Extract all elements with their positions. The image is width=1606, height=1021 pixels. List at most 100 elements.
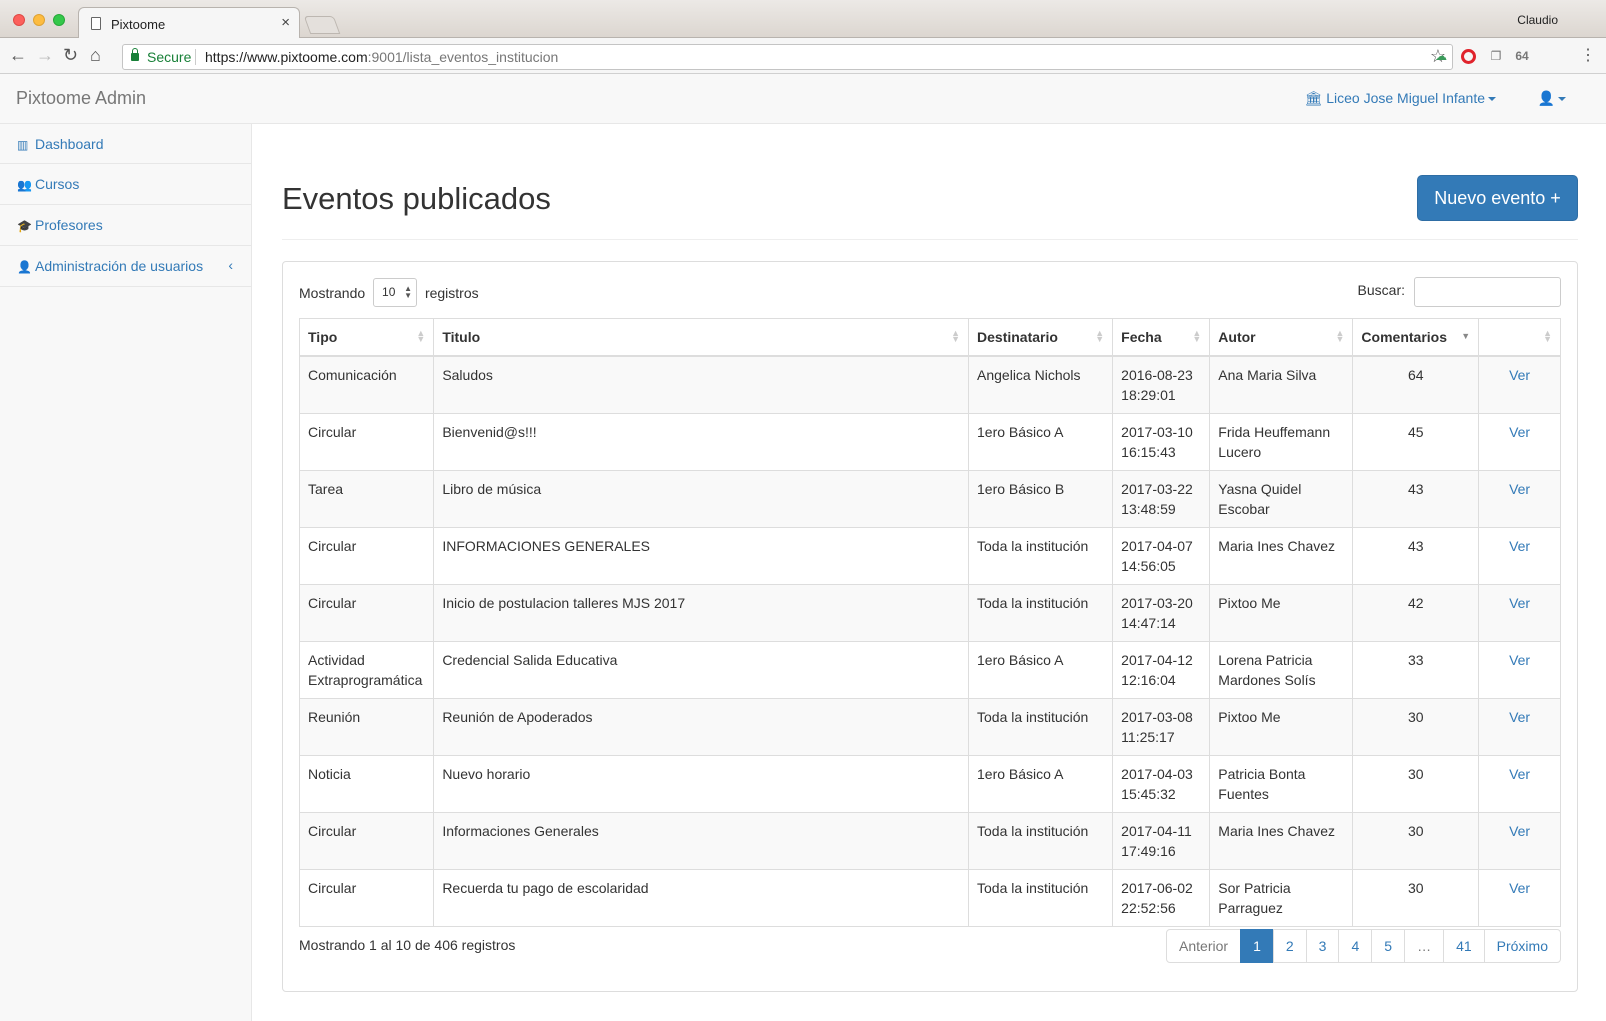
new-tab-button[interactable] — [303, 16, 341, 34]
sidebar-item-dashboard[interactable]: ▥ Dashboard — [0, 124, 251, 164]
extension-64-badge[interactable]: 64 — [1514, 48, 1530, 64]
pagination: Anterior 1 2 3 4 5… 41 Próximo — [1166, 929, 1561, 963]
extension-window-icon[interactable]: ❐ — [1488, 48, 1504, 64]
sidebar-item-label: Cursos — [35, 176, 80, 192]
table-row: Circular Informaciones Generales Toda la i… — [298, 812, 1561, 870]
sidebar-item-label: Administración de usuarios — [35, 258, 204, 274]
view-link[interactable]: Ver — [1478, 869, 1561, 927]
cell-destinatario: 1ero Básico A — [968, 413, 1114, 471]
browser-menu-icon[interactable]: ⋮ — [1580, 47, 1596, 65]
address-bar[interactable]: Secure https://www.pixtoome.com:9001/lis… — [122, 44, 1453, 70]
search-input[interactable] — [1414, 277, 1561, 307]
column-header-autor[interactable]: Autor ▲ ▼ — [1209, 318, 1354, 357]
pagination-page-button[interactable]: 4 — [1338, 929, 1373, 963]
cell-tipo: Circular — [298, 869, 435, 927]
close-window-button[interactable] — [13, 14, 25, 26]
view-link[interactable]: Ver — [1478, 641, 1561, 699]
pagination-page-button[interactable]: 41 — [1443, 929, 1485, 963]
extension-opera-icon[interactable] — [1461, 49, 1476, 64]
cell-autor: Maria Ines Chavez — [1209, 812, 1354, 870]
user-icon: 👤 — [17, 260, 32, 274]
home-icon[interactable]: ⌂ — [90, 44, 101, 66]
cell-titulo: INFORMACIONES GENERALES — [433, 527, 970, 585]
cell-autor: Frida Heuffemann Lucero — [1209, 413, 1354, 471]
column-header-comentarios[interactable]: Comentarios ▼ — [1352, 318, 1480, 357]
sidebar: ▥ Dashboard 👥 Cursos 🎓 Profesores 👤 Administ… — [0, 124, 252, 1021]
extension-cloud-icon[interactable]: ☁ — [1433, 48, 1449, 64]
pagination-ellipsis[interactable]: … — [1404, 929, 1445, 963]
cell-destinatario: 1ero Básico A — [968, 755, 1114, 813]
app-navbar: Pixtoome Admin 🏛 Liceo Jose Miguel Infant… — [0, 74, 1606, 124]
column-header-destinatario[interactable]: Destinatario ▲ ▼ — [968, 318, 1114, 357]
users-icon: 👥 — [17, 178, 32, 192]
tab-close-icon[interactable]: × — [281, 14, 290, 31]
sort-icon: ▲ ▼ — [1095, 328, 1105, 344]
cell-fecha: 2017-04-11 17:49:16 — [1112, 812, 1211, 870]
title-divider — [282, 239, 1578, 240]
cell-autor: Lorena Patricia Mardones Solís — [1209, 641, 1354, 699]
reload-icon[interactable]: ↻ — [63, 44, 78, 66]
sidebar-item-administracion-usuarios[interactable]: 👤 Administración de usuarios ‹ — [0, 246, 251, 287]
secure-label: Secure — [147, 49, 192, 65]
sort-icon: ▲ ▼ — [1543, 328, 1552, 344]
cell-autor: Ana Maria Silva — [1209, 355, 1354, 414]
view-link[interactable]: Ver — [1478, 584, 1561, 642]
column-header-titulo[interactable]: Titulo ▲ ▼ — [433, 318, 970, 357]
browser-tab[interactable]: Pixtoome × — [78, 7, 300, 39]
column-header-tipo[interactable]: Tipo ▲ ▼ — [298, 318, 435, 357]
cell-destinatario: Toda la institución — [968, 527, 1114, 585]
pagination-page-button[interactable]: 2 — [1272, 929, 1307, 963]
pagination-next-button[interactable]: Próximo — [1483, 929, 1561, 963]
view-link[interactable]: Ver — [1478, 527, 1561, 585]
cell-titulo: Libro de música — [433, 470, 970, 528]
pagination-page-button[interactable]: 1 — [1240, 929, 1274, 963]
chevron-down-icon — [1488, 97, 1496, 102]
cell-destinatario: Toda la institución — [968, 584, 1114, 642]
sidebar-item-label: Profesores — [35, 217, 103, 233]
pagination-page-button[interactable]: 3 — [1305, 929, 1340, 963]
cell-tipo: Tarea — [298, 470, 435, 528]
cell-tipo: Circular — [298, 527, 435, 585]
cell-comentarios: 30 — [1352, 812, 1480, 870]
cell-destinatario: Toda la institución — [968, 812, 1114, 870]
cell-autor: Pixtoo Me — [1209, 698, 1354, 756]
pagination-page-button[interactable]: 5 — [1371, 929, 1406, 963]
page-icon — [91, 17, 101, 30]
events-panel: Mostrando 10 ▲ ▼ registros Buscar: Tipo ▲ ▼ … — [282, 261, 1578, 992]
user-icon: 👤 — [1537, 90, 1555, 106]
table-row: Circular Recuerda tu pago de escolaridad T… — [298, 869, 1561, 927]
user-menu-dropdown[interactable]: 👤 — [1538, 90, 1566, 107]
maximize-window-button[interactable] — [53, 14, 65, 26]
browser-profile-name[interactable]: Claudio — [1517, 13, 1558, 27]
minimize-window-button[interactable] — [33, 14, 45, 26]
page-length-select[interactable]: 10 ▲ ▼ — [373, 278, 418, 307]
view-link[interactable]: Ver — [1478, 755, 1561, 813]
institution-name: Liceo Jose Miguel Infante — [1326, 90, 1485, 106]
column-header-actions[interactable]: ▲ ▼ — [1478, 318, 1561, 357]
view-link[interactable]: Ver — [1478, 698, 1561, 756]
tab-title: Pixtoome — [111, 17, 166, 32]
cell-comentarios: 43 — [1352, 527, 1480, 585]
back-icon[interactable]: ← — [9, 44, 27, 66]
forward-icon[interactable]: → — [36, 44, 54, 66]
table-header-row: Tipo ▲ ▼ Titulo ▲ ▼ Destinatario ▲ ▼ Fecha ▲ ▼ A… — [298, 318, 1561, 357]
sidebar-item-profesores[interactable]: 🎓 Profesores — [0, 205, 251, 246]
cell-tipo: Noticia — [298, 755, 435, 813]
column-header-fecha[interactable]: Fecha ▲ ▼ — [1112, 318, 1211, 357]
cell-comentarios: 64 — [1352, 355, 1480, 414]
cell-comentarios: 43 — [1352, 470, 1480, 528]
institution-dropdown[interactable]: 🏛 Liceo Jose Miguel Infante — [1304, 90, 1496, 107]
view-link[interactable]: Ver — [1478, 355, 1561, 414]
cell-autor: Patricia Bonta Fuentes — [1209, 755, 1354, 813]
view-link[interactable]: Ver — [1478, 413, 1561, 471]
cell-fecha: 2017-03-08 11:25:17 — [1112, 698, 1211, 756]
view-link[interactable]: Ver — [1478, 470, 1561, 528]
url-text[interactable]: https://www.pixtoome.com:9001/lista_even… — [205, 49, 558, 65]
brand-title[interactable]: Pixtoome Admin — [16, 88, 146, 109]
cell-autor: Maria Ines Chavez — [1209, 527, 1354, 585]
cell-fecha: 2017-06-02 22:52:56 — [1112, 869, 1211, 927]
view-link[interactable]: Ver — [1478, 812, 1561, 870]
new-event-button[interactable]: Nuevo evento + — [1417, 175, 1578, 221]
pagination-prev-button[interactable]: Anterior — [1166, 929, 1242, 963]
sidebar-item-cursos[interactable]: 👥 Cursos — [0, 164, 251, 205]
